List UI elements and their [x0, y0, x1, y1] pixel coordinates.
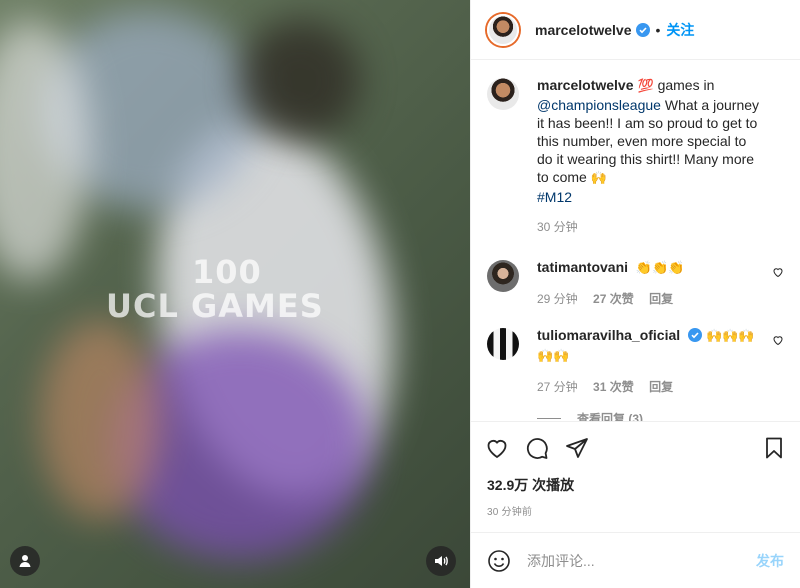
caption-emoji: 💯 — [637, 79, 654, 94]
comment-body: tuliomaravilha_oficial 🙌🙌🙌🙌🙌 27 分钟 31 次赞… — [537, 326, 784, 396]
emoji-smiley-icon[interactable] — [487, 549, 511, 573]
verified-badge-icon — [635, 22, 650, 37]
comment-bubble-icon[interactable] — [525, 436, 549, 460]
user-icon — [19, 555, 31, 567]
caption-body: marcelotwelve 💯 games in @championsleague… — [537, 76, 784, 236]
verified-badge-icon — [688, 328, 703, 342]
comment-avatar[interactable] — [487, 260, 519, 292]
leg-shape — [40, 320, 160, 520]
action-bar — [471, 421, 800, 473]
bookmark-icon[interactable] — [762, 436, 786, 460]
comment-time: 29 分钟 — [537, 292, 578, 306]
comments-list[interactable]: marcelotwelve 💯 games in @championsleague… — [471, 60, 800, 421]
post-header: marcelotwelve • 关注 — [471, 0, 800, 60]
comment-item: tatimantovani 👏👏👏 29 分钟 27 次赞 回复 — [487, 258, 784, 308]
video-overlay-text: 100 UCL GAMES — [100, 255, 370, 323]
replies-line — [537, 418, 561, 419]
view-replies-label: 查看回复 (3) — [577, 412, 644, 421]
comment-text: 👏👏👏 — [635, 261, 685, 276]
comment-likes[interactable]: 27 次赞 — [593, 292, 634, 306]
user-tag-button[interactable] — [10, 546, 40, 576]
view-replies-button[interactable]: 查看回复 (3) — [537, 410, 784, 421]
video-player[interactable]: 100 UCL GAMES — [0, 0, 470, 588]
caption-emoji-end: 🙌 — [590, 171, 607, 186]
author-username[interactable]: marcelotwelve — [535, 22, 632, 38]
comment-username[interactable]: tuliomaravilha_oficial — [537, 327, 680, 343]
comment-input[interactable] — [527, 552, 756, 569]
comment-like-heart-icon[interactable] — [772, 266, 784, 278]
overlay-line-2: UCL GAMES — [106, 287, 324, 325]
share-paper-plane-icon[interactable] — [565, 436, 589, 460]
comment-reply-button[interactable]: 回复 — [649, 292, 673, 306]
caption-time: 30 分钟 — [537, 220, 578, 234]
comment-avatar[interactable] — [487, 328, 519, 360]
follow-button[interactable]: 关注 — [666, 20, 694, 40]
post-timestamp: 30 分钟前 — [487, 507, 533, 518]
caption-mention-link[interactable]: @championsleague — [537, 97, 661, 113]
separator-dot: • — [655, 21, 661, 38]
like-heart-icon[interactable] — [485, 436, 509, 460]
overlay-line-1: 100 — [192, 253, 262, 291]
comment-like-heart-icon[interactable] — [772, 334, 784, 346]
add-comment-bar: 发布 — [471, 532, 800, 588]
mute-button[interactable] — [426, 546, 456, 576]
post-modal: 100 UCL GAMES marcelotwelve • 关注 marcelo… — [0, 0, 800, 588]
comment-username[interactable]: tatimantovani — [537, 259, 628, 275]
caption-meta: 30 分钟 — [537, 218, 762, 236]
speaker-icon — [435, 556, 448, 566]
comment-body: tatimantovani 👏👏👏 29 分钟 27 次赞 回复 — [537, 258, 784, 308]
comment-time: 27 分钟 — [537, 380, 578, 394]
post-sidebar: marcelotwelve • 关注 marcelotwelve 💯 games … — [470, 0, 800, 588]
comment-reply-button[interactable]: 回复 — [649, 380, 673, 394]
author-avatar[interactable] — [487, 13, 519, 46]
player-head-shape — [240, 20, 360, 140]
comment-item: tuliomaravilha_oficial 🙌🙌🙌🙌🙌 27 分钟 31 次赞… — [487, 326, 784, 396]
comment-meta: 29 分钟 27 次赞 回复 — [537, 290, 762, 308]
view-count[interactable]: 32.9万 次播放 — [471, 475, 800, 495]
comment-likes[interactable]: 31 次赞 — [593, 380, 634, 394]
caption-text-1: games in — [653, 77, 715, 93]
caption-avatar[interactable] — [487, 78, 519, 110]
post-comment-button[interactable]: 发布 — [756, 551, 784, 571]
comment-meta: 27 分钟 31 次赞 回复 — [537, 378, 762, 396]
caption-username[interactable]: marcelotwelve — [537, 77, 634, 93]
caption: marcelotwelve 💯 games in @championsleague… — [487, 76, 784, 236]
caption-hashtag-link[interactable]: #M12 — [537, 189, 572, 205]
